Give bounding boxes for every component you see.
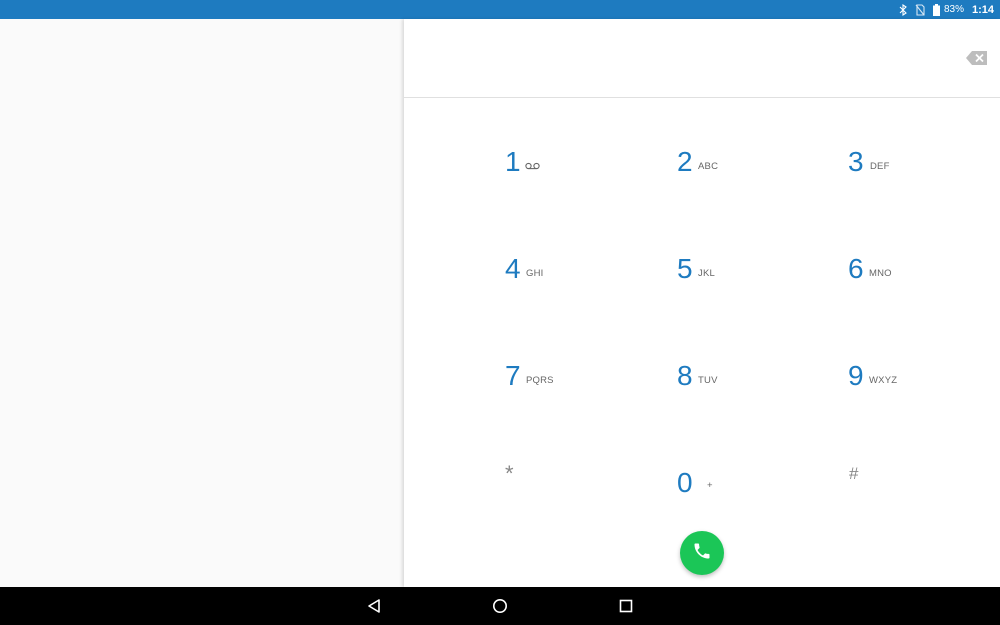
key-letters: MNO xyxy=(869,268,892,279)
dialpad-key-2[interactable]: 2 ABC xyxy=(677,146,797,206)
dialpad-key-hash[interactable]: # xyxy=(849,460,969,520)
key-letters: WXYZ xyxy=(869,375,898,386)
dialpad-key-3[interactable]: 3 DEF xyxy=(848,146,968,206)
key-digit: 7 xyxy=(505,360,521,391)
key-digit: * xyxy=(505,461,514,486)
clock: 1:14 xyxy=(971,3,994,16)
dialpad-key-star[interactable]: * xyxy=(505,460,625,520)
home-icon[interactable] xyxy=(490,596,510,616)
key-digit: 9 xyxy=(848,360,864,391)
key-digit: # xyxy=(849,464,859,483)
recents-icon[interactable] xyxy=(616,596,636,616)
dialpad-key-9[interactable]: 9 WXYZ xyxy=(848,360,968,420)
battery-icon xyxy=(932,3,940,16)
battery-percent: 83% xyxy=(943,4,964,15)
key-digit: 8 xyxy=(677,360,693,391)
dialpad-pane: 1 2 ABC 3 DEF 4 GHI 5 JKL 6 MNO 7 PQRS 8… xyxy=(404,19,1000,587)
key-letters: + xyxy=(707,480,713,491)
key-letters: TUV xyxy=(698,375,718,386)
dialpad-key-1[interactable]: 1 xyxy=(505,146,625,206)
key-digit: 4 xyxy=(505,253,521,284)
backspace-icon[interactable] xyxy=(966,50,988,66)
back-icon[interactable] xyxy=(364,596,384,616)
phone-icon xyxy=(692,541,712,566)
dialpad-key-5[interactable]: 5 JKL xyxy=(677,253,797,313)
key-letters: PQRS xyxy=(526,375,554,386)
bluetooth-icon xyxy=(899,3,907,16)
dialpad-key-0[interactable]: 0 + xyxy=(677,467,797,527)
dialpad-key-7[interactable]: 7 PQRS xyxy=(505,360,625,420)
digits-area xyxy=(404,19,1000,98)
dialpad-key-4[interactable]: 4 GHI xyxy=(505,253,625,313)
key-letters: ABC xyxy=(698,161,719,172)
call-button[interactable] xyxy=(680,531,724,575)
key-letters: GHI xyxy=(526,268,544,279)
key-letters: DEF xyxy=(870,161,890,172)
status-bar: 83% 1:14 xyxy=(0,0,1000,19)
call-log-pane xyxy=(0,19,404,587)
dialpad-key-6[interactable]: 6 MNO xyxy=(848,253,968,313)
navigation-bar xyxy=(0,587,1000,625)
no-sim-icon xyxy=(915,3,925,16)
key-digit: 5 xyxy=(677,253,693,284)
key-digit: 2 xyxy=(677,146,693,177)
key-digit: 0 xyxy=(677,467,693,498)
dialpad-key-8[interactable]: 8 TUV xyxy=(677,360,797,420)
key-digit: 3 xyxy=(848,146,864,177)
digits-field[interactable] xyxy=(424,39,948,79)
key-digit: 1 xyxy=(505,146,521,177)
voicemail-icon xyxy=(525,162,540,173)
key-letters: JKL xyxy=(698,268,715,279)
key-digit: 6 xyxy=(848,253,864,284)
